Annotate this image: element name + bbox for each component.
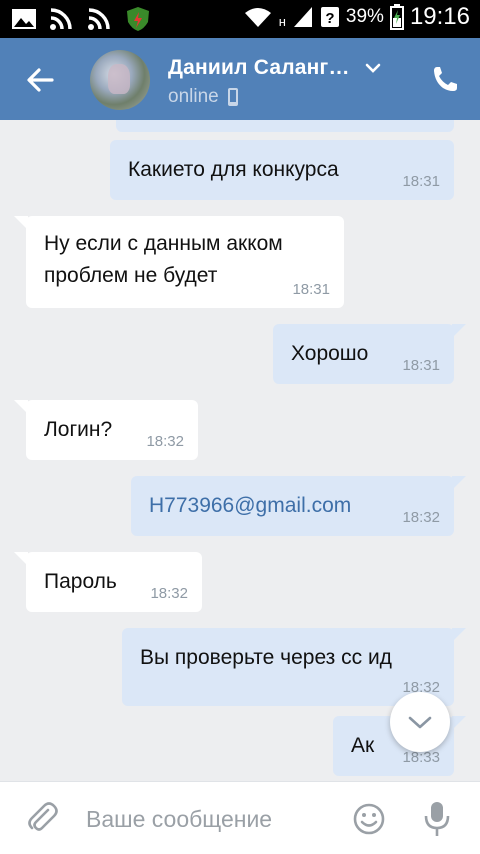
- emoji-icon[interactable]: [352, 802, 386, 836]
- battery-icon: [389, 4, 404, 30]
- attach-icon[interactable]: [24, 800, 60, 836]
- message-time: 18:32: [150, 585, 188, 602]
- shield-app-icon: [127, 7, 149, 31]
- message-time: 18:31: [292, 281, 330, 298]
- status-bar-system: н ? 39% 19:16: [243, 3, 470, 31]
- message-bubble[interactable]: H773966@gmail.com 18:32: [131, 476, 466, 536]
- status-bar-notifications: [10, 6, 152, 32]
- message-time: 18:31: [402, 357, 440, 374]
- status-bar: н ? 39% 19:16: [0, 0, 480, 38]
- rss-icon: [50, 8, 72, 30]
- message-text: Логин?: [44, 418, 113, 441]
- signal-wifi-icon: [88, 8, 110, 30]
- message-bubble[interactable]: Хорошо 18:31: [273, 324, 466, 384]
- message-text: Хорошо: [291, 342, 369, 365]
- contact-status-row: online: [168, 86, 239, 108]
- mobile-icon: [227, 88, 238, 106]
- image-icon: [12, 9, 36, 29]
- message-bubble[interactable]: Вы проверьте через сс ид 18:32: [122, 628, 466, 706]
- svg-text:?: ?: [325, 10, 334, 27]
- message-input[interactable]: [86, 800, 326, 838]
- chevron-down-icon: [365, 63, 380, 73]
- message-bubble[interactable]: Ну если с данным акком проблем не будет …: [14, 216, 344, 308]
- message-text: Ну если с данным акком: [44, 232, 283, 255]
- scroll-down-icon: [408, 716, 432, 729]
- contact-name-row[interactable]: Даниил Саланг…: [168, 56, 382, 80]
- message-time: 18:33: [402, 749, 440, 766]
- message-bubble-partial[interactable]: [116, 120, 454, 132]
- message-time: 18:32: [402, 509, 440, 526]
- unknown-sim-icon: ?: [320, 7, 339, 27]
- network-type-label: н: [278, 13, 286, 29]
- message-bubble[interactable]: Пароль 18:32: [14, 552, 202, 612]
- message-text: Вы проверьте через сс ид: [140, 646, 392, 669]
- avatar[interactable]: [90, 50, 150, 110]
- composer: [0, 781, 480, 854]
- clock: 19:16: [409, 3, 470, 30]
- chat-header: Даниил Саланг… online: [0, 38, 480, 120]
- battery-percent: 39%: [345, 6, 384, 27]
- message-bubble[interactable]: Логин? 18:32: [14, 400, 198, 460]
- cell-signal-icon: [293, 7, 312, 27]
- message-text: Пароль: [44, 570, 117, 593]
- message-text: Ак: [351, 734, 375, 757]
- contact-status: online: [168, 86, 219, 107]
- message-bubble[interactable]: Какието для конкурса 18:31: [110, 140, 454, 200]
- message-time: 18:31: [402, 173, 440, 190]
- back-arrow-icon[interactable]: [22, 62, 58, 98]
- mic-icon[interactable]: [422, 800, 452, 838]
- message-time: 18:32: [146, 433, 184, 450]
- message-list[interactable]: Какието для конкурса 18:31 Ну если с дан…: [0, 120, 480, 781]
- wifi-icon: [244, 8, 271, 27]
- contact-name: Даниил Саланг…: [168, 56, 350, 79]
- message-text-line2: проблем не будет: [44, 264, 218, 287]
- scroll-to-bottom-button[interactable]: [390, 692, 450, 752]
- phone-icon[interactable]: [430, 64, 460, 94]
- message-text: Какието для конкурса: [128, 158, 339, 181]
- email-link[interactable]: H773966@gmail.com: [149, 490, 351, 522]
